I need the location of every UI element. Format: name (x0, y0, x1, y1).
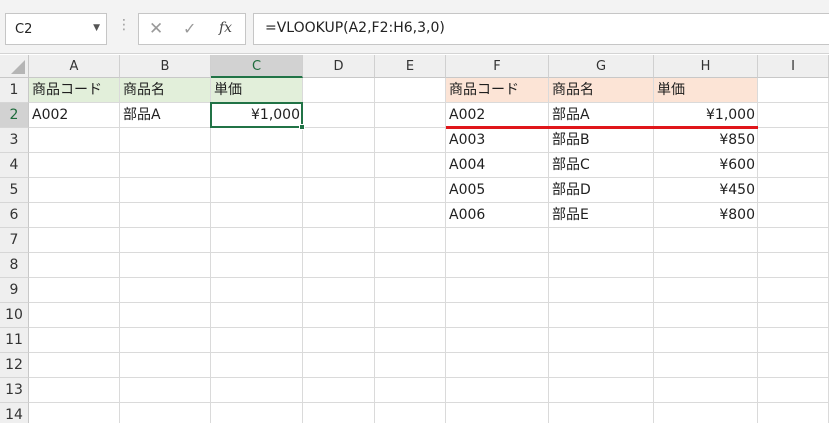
row-header[interactable]: 8 (0, 253, 29, 278)
column-header[interactable]: C (211, 55, 303, 78)
row-gridline (29, 252, 829, 253)
row-header[interactable]: 9 (0, 278, 29, 303)
master-data-cell[interactable]: A005 (446, 178, 549, 202)
column-header[interactable]: H (654, 55, 758, 78)
master-data-cell[interactable]: 部品B (549, 128, 654, 152)
row-gridline (29, 377, 829, 378)
column-header[interactable]: A (29, 55, 120, 78)
master-data-cell[interactable]: A003 (446, 128, 549, 152)
column-gridline (119, 78, 120, 423)
row-header[interactable]: 5 (0, 178, 29, 203)
column-header[interactable]: B (120, 55, 211, 78)
master-data-cell[interactable]: 部品D (549, 178, 654, 202)
row-header[interactable]: 12 (0, 353, 29, 378)
row-header[interactable]: 3 (0, 128, 29, 153)
column-header[interactable]: E (375, 55, 446, 78)
match-highlight-underline (446, 126, 758, 129)
spreadsheet-grid[interactable]: A B C D E F G H I 1 2 3 4 5 6 7 8 9 10 11 12 13 14 商品コード A002 商品名… (0, 55, 829, 423)
row-header[interactable]: 1 (0, 78, 29, 103)
row-header[interactable]: 11 (0, 328, 29, 353)
column-header[interactable]: G (549, 55, 654, 78)
formula-buttons: ✕ ✓ fx (138, 13, 246, 45)
column-header[interactable]: D (303, 55, 375, 78)
lookup-header-cell[interactable]: 商品名 (120, 78, 211, 102)
lookup-header-cell[interactable]: 商品コード (29, 78, 120, 102)
master-header-cell[interactable]: 商品コード (446, 78, 549, 102)
formula-input[interactable]: =VLOOKUP(A2,F2:H6,3,0) (253, 13, 829, 45)
column-header[interactable]: F (446, 55, 549, 78)
lookup-data-cell[interactable]: A002 (29, 103, 120, 127)
master-data-cell[interactable]: ¥850 (654, 128, 758, 152)
master-data-cell[interactable]: 部品A (549, 103, 654, 127)
select-all-button[interactable] (0, 55, 29, 78)
select-all-icon (11, 60, 25, 74)
master-header-cell[interactable]: 商品名 (549, 78, 654, 102)
master-header-cell[interactable]: 単価 (654, 78, 758, 102)
active-cell-selection[interactable] (210, 102, 303, 128)
master-data-cell[interactable]: A002 (446, 103, 549, 127)
formula-bar: C2 ▼ ⋮ ✕ ✓ fx =VLOOKUP(A2,F2:H6,3,0) (0, 0, 829, 54)
row-header[interactable]: 13 (0, 378, 29, 403)
more-options-icon: ⋮ (117, 17, 131, 33)
name-box-value: C2 (15, 22, 33, 37)
row-gridline (29, 352, 829, 353)
row-gridline (29, 402, 829, 403)
column-gridline (210, 78, 211, 423)
row-header[interactable]: 4 (0, 153, 29, 178)
master-data-cell[interactable]: ¥800 (654, 203, 758, 227)
row-header[interactable]: 10 (0, 303, 29, 328)
chevron-down-icon[interactable]: ▼ (93, 23, 100, 33)
lookup-header-cell[interactable]: 単価 (211, 78, 303, 102)
cancel-icon[interactable]: ✕ (149, 19, 163, 39)
master-data-cell[interactable]: A004 (446, 153, 549, 177)
master-data-cell[interactable]: 部品E (549, 203, 654, 227)
master-data-cell[interactable]: ¥450 (654, 178, 758, 202)
insert-function-icon[interactable]: fx (219, 20, 232, 36)
row-gridline (29, 227, 829, 228)
master-data-cell[interactable]: A006 (446, 203, 549, 227)
row-header[interactable]: 14 (0, 403, 29, 423)
name-box[interactable]: C2 ▼ (5, 13, 107, 45)
lookup-data-cell[interactable]: 部品A (120, 103, 211, 127)
row-header[interactable]: 6 (0, 203, 29, 228)
enter-icon[interactable]: ✓ (183, 19, 196, 38)
fill-handle[interactable] (299, 124, 305, 130)
master-data-cell[interactable]: ¥600 (654, 153, 758, 177)
column-header[interactable]: I (758, 55, 829, 78)
row-gridline (29, 302, 829, 303)
row-header[interactable]: 7 (0, 228, 29, 253)
master-data-cell[interactable]: ¥1,000 (654, 103, 758, 127)
formula-text: =VLOOKUP(A2,F2:H6,3,0) (265, 20, 445, 36)
master-data-cell[interactable]: 部品C (549, 153, 654, 177)
row-header[interactable]: 2 (0, 103, 29, 128)
row-gridline (29, 327, 829, 328)
row-gridline (29, 277, 829, 278)
column-gridline (374, 78, 375, 423)
